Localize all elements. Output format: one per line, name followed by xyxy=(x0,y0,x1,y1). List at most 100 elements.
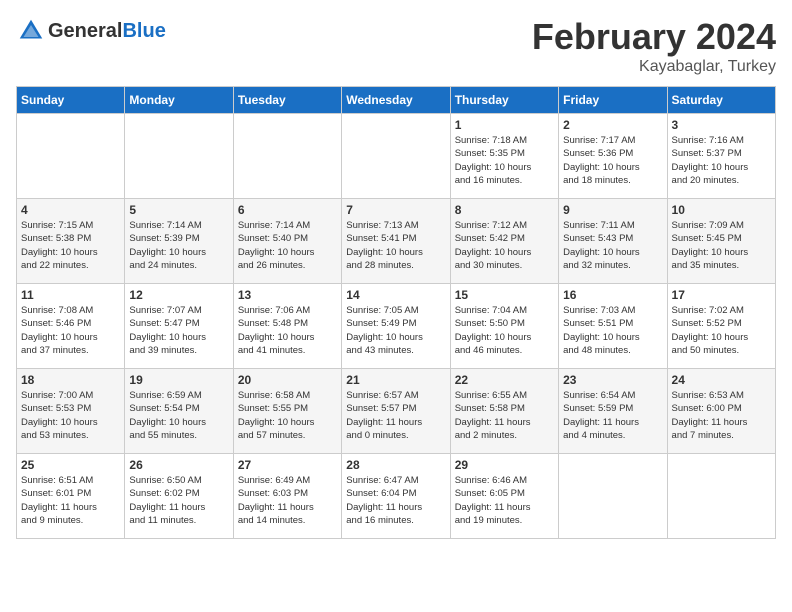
day-info: Sunrise: 7:14 AMSunset: 5:40 PMDaylight:… xyxy=(238,219,337,272)
day-info: Sunrise: 6:58 AMSunset: 5:55 PMDaylight:… xyxy=(238,389,337,442)
calendar-week-row: 25Sunrise: 6:51 AMSunset: 6:01 PMDayligh… xyxy=(17,454,776,539)
day-info: Sunrise: 7:06 AMSunset: 5:48 PMDaylight:… xyxy=(238,304,337,357)
calendar-cell xyxy=(17,114,125,199)
day-number: 6 xyxy=(238,203,337,217)
calendar-cell: 22 Sunrise: 6:55 AMSunset: 5:58 PMDayligh… xyxy=(450,369,558,454)
calendar-cell: 12 Sunrise: 7:07 AMSunset: 5:47 PMDayligh… xyxy=(125,284,233,369)
title-block: February 2024 Kayabaglar, Turkey xyxy=(532,16,776,76)
calendar-cell: 6 Sunrise: 7:14 AMSunset: 5:40 PMDaylight… xyxy=(233,199,341,284)
calendar-cell: 27 Sunrise: 6:49 AMSunset: 6:03 PMDayligh… xyxy=(233,454,341,539)
day-number: 8 xyxy=(455,203,554,217)
logo: GeneralBlue xyxy=(16,16,166,46)
day-number: 27 xyxy=(238,458,337,472)
day-info: Sunrise: 7:08 AMSunset: 5:46 PMDaylight:… xyxy=(21,304,120,357)
day-info: Sunrise: 7:03 AMSunset: 5:51 PMDaylight:… xyxy=(563,304,662,357)
calendar-cell: 16 Sunrise: 7:03 AMSunset: 5:51 PMDayligh… xyxy=(559,284,667,369)
calendar-cell: 3 Sunrise: 7:16 AMSunset: 5:37 PMDaylight… xyxy=(667,114,775,199)
day-info: Sunrise: 7:15 AMSunset: 5:38 PMDaylight:… xyxy=(21,219,120,272)
day-info: Sunrise: 7:17 AMSunset: 5:36 PMDaylight:… xyxy=(563,134,662,187)
col-header-tuesday: Tuesday xyxy=(233,87,341,114)
calendar-cell: 24 Sunrise: 6:53 AMSunset: 6:00 PMDayligh… xyxy=(667,369,775,454)
calendar-cell: 14 Sunrise: 7:05 AMSunset: 5:49 PMDayligh… xyxy=(342,284,450,369)
day-info: Sunrise: 7:16 AMSunset: 5:37 PMDaylight:… xyxy=(672,134,771,187)
calendar-cell xyxy=(667,454,775,539)
day-number: 22 xyxy=(455,373,554,387)
col-header-thursday: Thursday xyxy=(450,87,558,114)
calendar-cell: 21 Sunrise: 6:57 AMSunset: 5:57 PMDayligh… xyxy=(342,369,450,454)
day-info: Sunrise: 7:18 AMSunset: 5:35 PMDaylight:… xyxy=(455,134,554,187)
day-number: 13 xyxy=(238,288,337,302)
day-info: Sunrise: 7:09 AMSunset: 5:45 PMDaylight:… xyxy=(672,219,771,272)
day-info: Sunrise: 7:02 AMSunset: 5:52 PMDaylight:… xyxy=(672,304,771,357)
calendar-cell: 7 Sunrise: 7:13 AMSunset: 5:41 PMDaylight… xyxy=(342,199,450,284)
day-number: 14 xyxy=(346,288,445,302)
col-header-sunday: Sunday xyxy=(17,87,125,114)
day-number: 15 xyxy=(455,288,554,302)
calendar-cell: 17 Sunrise: 7:02 AMSunset: 5:52 PMDayligh… xyxy=(667,284,775,369)
day-number: 3 xyxy=(672,118,771,132)
day-number: 29 xyxy=(455,458,554,472)
day-info: Sunrise: 6:55 AMSunset: 5:58 PMDaylight:… xyxy=(455,389,554,442)
day-number: 2 xyxy=(563,118,662,132)
day-number: 28 xyxy=(346,458,445,472)
calendar-cell: 15 Sunrise: 7:04 AMSunset: 5:50 PMDayligh… xyxy=(450,284,558,369)
day-info: Sunrise: 7:04 AMSunset: 5:50 PMDaylight:… xyxy=(455,304,554,357)
col-header-monday: Monday xyxy=(125,87,233,114)
calendar-week-row: 4 Sunrise: 7:15 AMSunset: 5:38 PMDaylight… xyxy=(17,199,776,284)
calendar-cell: 26 Sunrise: 6:50 AMSunset: 6:02 PMDayligh… xyxy=(125,454,233,539)
day-number: 4 xyxy=(21,203,120,217)
calendar-table: SundayMondayTuesdayWednesdayThursdayFrid… xyxy=(16,86,776,539)
calendar-cell: 5Sunrise: 7:14 AMSunset: 5:39 PMDaylight… xyxy=(125,199,233,284)
logo-text-general: General xyxy=(48,20,122,42)
calendar-cell: 29Sunrise: 6:46 AMSunset: 6:05 PMDayligh… xyxy=(450,454,558,539)
location-subtitle: Kayabaglar, Turkey xyxy=(532,58,776,76)
calendar-cell: 9 Sunrise: 7:11 AMSunset: 5:43 PMDaylight… xyxy=(559,199,667,284)
calendar-cell: 28 Sunrise: 6:47 AMSunset: 6:04 PMDayligh… xyxy=(342,454,450,539)
col-header-saturday: Saturday xyxy=(667,87,775,114)
day-number: 16 xyxy=(563,288,662,302)
day-info: Sunrise: 6:54 AMSunset: 5:59 PMDaylight:… xyxy=(563,389,662,442)
col-header-friday: Friday xyxy=(559,87,667,114)
day-info: Sunrise: 7:11 AMSunset: 5:43 PMDaylight:… xyxy=(563,219,662,272)
day-number: 17 xyxy=(672,288,771,302)
day-number: 26 xyxy=(129,458,228,472)
day-number: 25 xyxy=(21,458,120,472)
calendar-cell: 10 Sunrise: 7:09 AMSunset: 5:45 PMDayligh… xyxy=(667,199,775,284)
calendar-cell: 1 Sunrise: 7:18 AMSunset: 5:35 PMDaylight… xyxy=(450,114,558,199)
day-number: 21 xyxy=(346,373,445,387)
calendar-week-row: 11Sunrise: 7:08 AMSunset: 5:46 PMDayligh… xyxy=(17,284,776,369)
day-number: 20 xyxy=(238,373,337,387)
day-info: Sunrise: 6:50 AMSunset: 6:02 PMDaylight:… xyxy=(129,474,228,527)
calendar-cell: 25Sunrise: 6:51 AMSunset: 6:01 PMDayligh… xyxy=(17,454,125,539)
logo-icon xyxy=(16,16,46,46)
day-info: Sunrise: 7:13 AMSunset: 5:41 PMDaylight:… xyxy=(346,219,445,272)
logo-text-blue: Blue xyxy=(122,20,165,42)
day-number: 10 xyxy=(672,203,771,217)
calendar-week-row: 1 Sunrise: 7:18 AMSunset: 5:35 PMDaylight… xyxy=(17,114,776,199)
calendar-cell: 11Sunrise: 7:08 AMSunset: 5:46 PMDayligh… xyxy=(17,284,125,369)
day-info: Sunrise: 7:07 AMSunset: 5:47 PMDaylight:… xyxy=(129,304,228,357)
day-number: 19 xyxy=(129,373,228,387)
calendar-cell: 23Sunrise: 6:54 AMSunset: 5:59 PMDayligh… xyxy=(559,369,667,454)
day-info: Sunrise: 6:57 AMSunset: 5:57 PMDaylight:… xyxy=(346,389,445,442)
day-info: Sunrise: 6:47 AMSunset: 6:04 PMDaylight:… xyxy=(346,474,445,527)
day-info: Sunrise: 6:53 AMSunset: 6:00 PMDaylight:… xyxy=(672,389,771,442)
day-info: Sunrise: 7:05 AMSunset: 5:49 PMDaylight:… xyxy=(346,304,445,357)
day-number: 24 xyxy=(672,373,771,387)
month-title: February 2024 xyxy=(532,16,776,58)
day-info: Sunrise: 6:49 AMSunset: 6:03 PMDaylight:… xyxy=(238,474,337,527)
day-number: 9 xyxy=(563,203,662,217)
day-number: 1 xyxy=(455,118,554,132)
calendar-week-row: 18Sunrise: 7:00 AMSunset: 5:53 PMDayligh… xyxy=(17,369,776,454)
calendar-cell: 2 Sunrise: 7:17 AMSunset: 5:36 PMDaylight… xyxy=(559,114,667,199)
calendar-cell: 19Sunrise: 6:59 AMSunset: 5:54 PMDayligh… xyxy=(125,369,233,454)
calendar-cell: 13 Sunrise: 7:06 AMSunset: 5:48 PMDayligh… xyxy=(233,284,341,369)
calendar-cell xyxy=(233,114,341,199)
calendar-header-row: SundayMondayTuesdayWednesdayThursdayFrid… xyxy=(17,87,776,114)
page-header: GeneralBlue February 2024 Kayabaglar, Tu… xyxy=(16,16,776,76)
day-number: 5 xyxy=(129,203,228,217)
calendar-cell: 20 Sunrise: 6:58 AMSunset: 5:55 PMDayligh… xyxy=(233,369,341,454)
day-number: 7 xyxy=(346,203,445,217)
day-info: Sunrise: 7:00 AMSunset: 5:53 PMDaylight:… xyxy=(21,389,120,442)
day-number: 12 xyxy=(129,288,228,302)
